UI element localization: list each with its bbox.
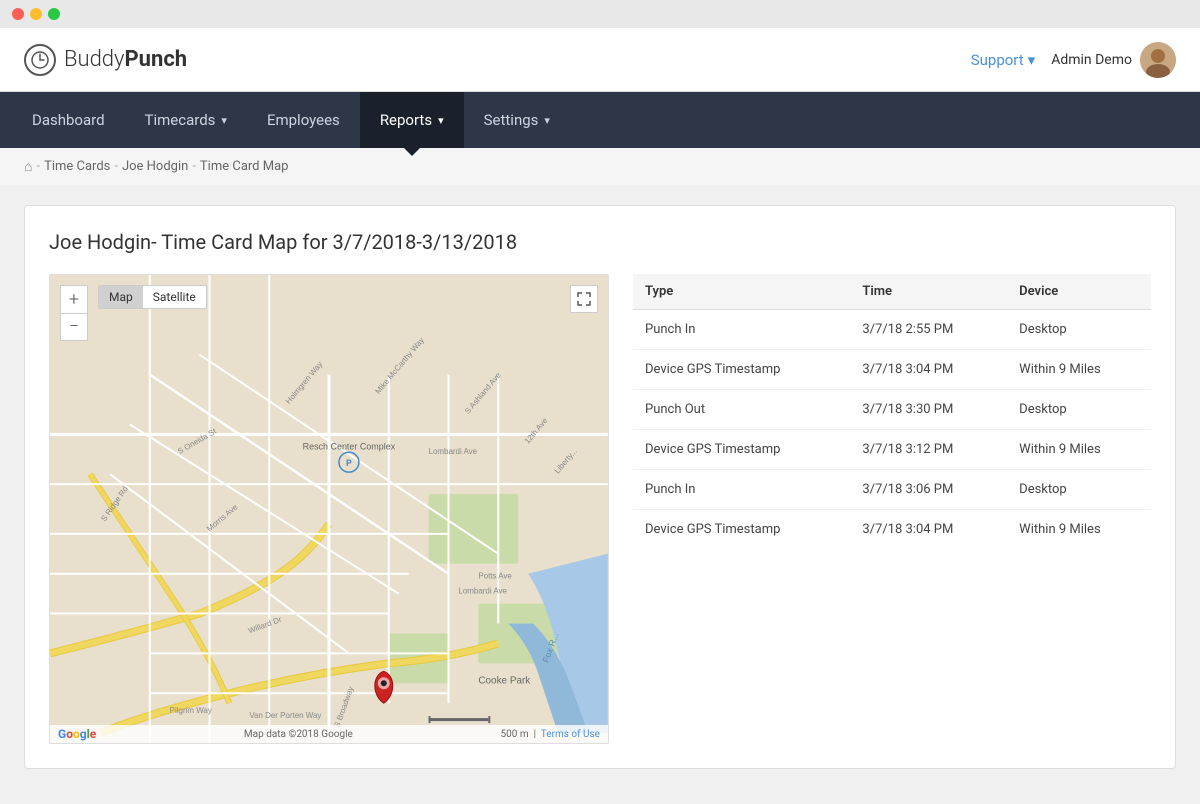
zoom-in-button[interactable]: + bbox=[60, 285, 88, 313]
cell-time: 3/7/18 3:30 PM bbox=[850, 390, 1007, 430]
page-title: Joe Hodgin- Time Card Map for 3/7/2018-3… bbox=[49, 230, 1151, 254]
traffic-light-red[interactable] bbox=[12, 8, 24, 20]
reports-chevron-icon: ▾ bbox=[438, 114, 444, 127]
traffic-light-green[interactable] bbox=[48, 8, 60, 20]
table-container: Type Time Device Punch In3/7/18 2:55 PMD… bbox=[633, 274, 1151, 744]
table-body: Punch In3/7/18 2:55 PMDesktopDevice GPS … bbox=[633, 310, 1151, 550]
map-attribution: Google Map data ©2018 Google 500 m | Ter… bbox=[50, 725, 608, 743]
map-data-label: Map data ©2018 Google bbox=[244, 729, 353, 740]
support-chevron-icon: ▾ bbox=[1028, 51, 1036, 69]
map-type-map[interactable]: Map bbox=[99, 286, 143, 308]
table-row: Punch In3/7/18 3:06 PMDesktop bbox=[633, 470, 1151, 510]
cell-time: 3/7/18 3:06 PM bbox=[850, 470, 1007, 510]
cell-type: Device GPS Timestamp bbox=[633, 510, 850, 550]
cell-device: Desktop bbox=[1007, 310, 1151, 350]
cell-type: Device GPS Timestamp bbox=[633, 430, 850, 470]
breadcrumb-timecards[interactable]: Time Cards bbox=[44, 159, 110, 174]
svg-text:Lombardi Ave: Lombardi Ave bbox=[429, 447, 478, 456]
map-container[interactable]: Fox R... Ashwaubenon Ashwaubenon Bay Par… bbox=[49, 274, 609, 744]
svg-text:Cooke Park: Cooke Park bbox=[478, 675, 530, 686]
cell-time: 3/7/18 3:04 PM bbox=[850, 350, 1007, 390]
logo[interactable]: BuddyPunch bbox=[24, 44, 187, 76]
table-row: Punch Out3/7/18 3:30 PMDesktop bbox=[633, 390, 1151, 430]
map-scale: 500 m | Terms of Use bbox=[500, 729, 600, 740]
cell-device: Within 9 Miles bbox=[1007, 510, 1151, 550]
cell-time: 3/7/18 2:55 PM bbox=[850, 310, 1007, 350]
cell-type: Punch In bbox=[633, 470, 850, 510]
map-expand-button[interactable] bbox=[570, 285, 598, 313]
nav-item-settings[interactable]: Settings ▾ bbox=[464, 92, 570, 148]
svg-text:Lombardi Ave: Lombardi Ave bbox=[458, 587, 507, 596]
support-link[interactable]: Support ▾ bbox=[971, 51, 1035, 69]
google-logo: Google bbox=[58, 727, 96, 741]
timecards-chevron-icon: ▾ bbox=[221, 114, 227, 127]
breadcrumb-employee[interactable]: Joe Hodgin bbox=[122, 159, 188, 174]
col-time: Time bbox=[850, 274, 1007, 310]
nav-item-employees[interactable]: Employees bbox=[247, 92, 360, 148]
nav-item-timecards[interactable]: Timecards ▾ bbox=[125, 92, 247, 148]
cell-device: Within 9 Miles bbox=[1007, 350, 1151, 390]
main-content: Joe Hodgin- Time Card Map for 3/7/2018-3… bbox=[0, 185, 1200, 804]
cell-device: Desktop bbox=[1007, 470, 1151, 510]
table-row: Device GPS Timestamp3/7/18 3:04 PMWithin… bbox=[633, 350, 1151, 390]
home-icon[interactable]: ⌂ bbox=[24, 158, 32, 175]
map-type-satellite[interactable]: Satellite bbox=[143, 286, 206, 308]
user-info[interactable]: Admin Demo bbox=[1051, 42, 1176, 78]
svg-text:P: P bbox=[346, 459, 352, 469]
cell-type: Punch Out bbox=[633, 390, 850, 430]
table-row: Device GPS Timestamp3/7/18 3:04 PMWithin… bbox=[633, 510, 1151, 550]
svg-text:Potts Ave: Potts Ave bbox=[478, 572, 512, 581]
title-bar bbox=[0, 0, 1200, 28]
card-body: Fox R... Ashwaubenon Ashwaubenon Bay Par… bbox=[49, 274, 1151, 744]
cell-device: Desktop bbox=[1007, 390, 1151, 430]
breadcrumb-map[interactable]: Time Card Map bbox=[200, 159, 289, 174]
col-device: Device bbox=[1007, 274, 1151, 310]
nav: Dashboard Timecards ▾ Employees Reports … bbox=[0, 92, 1200, 148]
cell-type: Punch In bbox=[633, 310, 850, 350]
header-right: Support ▾ Admin Demo bbox=[971, 42, 1176, 78]
nav-item-dashboard[interactable]: Dashboard bbox=[12, 92, 125, 148]
card: Joe Hodgin- Time Card Map for 3/7/2018-3… bbox=[24, 205, 1176, 769]
table-row: Device GPS Timestamp3/7/18 3:12 PMWithin… bbox=[633, 430, 1151, 470]
map-type-toggle: Map Satellite bbox=[98, 285, 207, 309]
nav-item-reports[interactable]: Reports ▾ bbox=[360, 92, 464, 148]
logo-icon bbox=[24, 44, 56, 76]
svg-text:Resch Center Complex: Resch Center Complex bbox=[303, 441, 396, 451]
zoom-out-button[interactable]: − bbox=[60, 313, 88, 341]
settings-chevron-icon: ▾ bbox=[544, 114, 550, 127]
traffic-light-yellow[interactable] bbox=[30, 8, 42, 20]
punch-table: Type Time Device Punch In3/7/18 2:55 PMD… bbox=[633, 274, 1151, 549]
table-header: Type Time Device bbox=[633, 274, 1151, 310]
svg-text:Pilgrim Way: Pilgrim Way bbox=[170, 706, 212, 715]
map-zoom-controls: + − bbox=[60, 285, 88, 341]
col-type: Type bbox=[633, 274, 850, 310]
breadcrumb: ⌂ - Time Cards - Joe Hodgin - Time Card … bbox=[0, 148, 1200, 185]
logo-text: BuddyPunch bbox=[64, 47, 187, 72]
cell-type: Device GPS Timestamp bbox=[633, 350, 850, 390]
header: BuddyPunch Support ▾ Admin Demo bbox=[0, 28, 1200, 92]
cell-device: Within 9 Miles bbox=[1007, 430, 1151, 470]
terms-link[interactable]: Terms of Use bbox=[541, 729, 600, 740]
table-row: Punch In3/7/18 2:55 PMDesktop bbox=[633, 310, 1151, 350]
cell-time: 3/7/18 3:04 PM bbox=[850, 510, 1007, 550]
svg-text:Van Der Porten Way: Van Der Porten Way bbox=[249, 711, 321, 720]
cell-time: 3/7/18 3:12 PM bbox=[850, 430, 1007, 470]
avatar bbox=[1140, 42, 1176, 78]
